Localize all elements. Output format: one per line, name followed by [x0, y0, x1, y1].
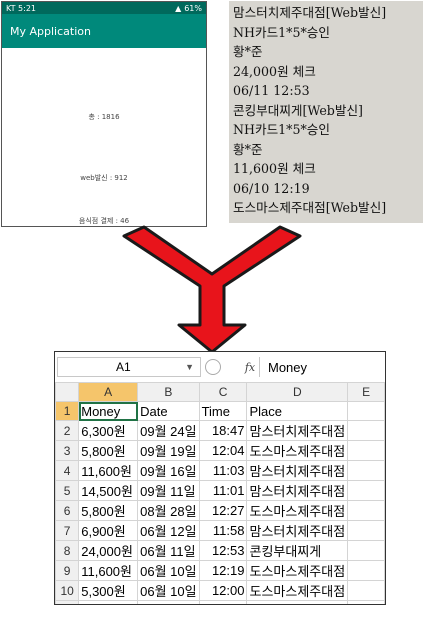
cell[interactable]	[347, 420, 385, 441]
cell[interactable]: 11,600원	[78, 560, 139, 581]
row-header[interactable]: 10	[55, 580, 80, 601]
cell[interactable]: 5,300원	[78, 580, 139, 601]
cell[interactable]	[347, 440, 385, 461]
column-header[interactable]: B	[137, 382, 200, 402]
row-header[interactable]: 5	[55, 480, 80, 501]
cell[interactable]: 09월 19일	[137, 440, 200, 461]
cell[interactable]: 11,600원	[78, 460, 139, 481]
table-row: 1 Money Date Time Place	[55, 401, 385, 421]
cell[interactable]: 6,300원	[78, 420, 139, 441]
cell[interactable]: 11:01	[198, 480, 248, 501]
cell[interactable]: 18:47	[198, 420, 248, 441]
cell[interactable]: 08월 28일	[137, 500, 200, 521]
cell[interactable]: 13:03	[198, 600, 248, 604]
cell[interactable]: 5,800원	[78, 440, 139, 461]
cell[interactable]: 11:03	[198, 460, 248, 481]
cell[interactable]: 12:04	[198, 440, 248, 461]
table-row: 8 24,000원 06월 11일 12:53 콘킹부대찌게	[55, 540, 385, 561]
name-box[interactable]: A1 ▼	[57, 357, 201, 377]
cell[interactable]: 맘스터치제주대점	[246, 520, 349, 541]
cell[interactable]: 06월 05일	[137, 600, 200, 604]
cell[interactable]: 도스마스제주대점	[246, 500, 349, 521]
cell[interactable]: 12:00	[198, 580, 248, 601]
cell[interactable]: 09월 24일	[137, 420, 200, 441]
cell[interactable]: 6,300원	[78, 600, 139, 604]
cell[interactable]: 06월 10일	[137, 560, 200, 581]
handle-icon[interactable]	[205, 359, 221, 375]
table-row: 9 11,600원 06월 10일 12:19 도스마스제주대점	[55, 560, 385, 581]
row-header[interactable]: 11	[55, 600, 80, 604]
cell[interactable]: 도스마스제주대점	[246, 580, 349, 601]
cell-grid: A B C D E 1 Money Date Time Place 2 6,300원 09월 …	[55, 382, 385, 604]
cell[interactable]	[347, 600, 385, 604]
cell[interactable]: 12:27	[198, 500, 248, 521]
table-row: 7 6,900원 06월 12일 11:58 맘스터치제주대점	[55, 520, 385, 541]
cell[interactable]	[347, 560, 385, 581]
table-row: 2 6,300원 09월 24일 18:47 맘스터치제주대점	[55, 420, 385, 441]
cell[interactable]: 12:19	[198, 560, 248, 581]
table-row: 5 14,500원 09월 11일 11:01 맘스터치제주대점	[55, 480, 385, 501]
row-header[interactable]: 9	[55, 560, 80, 581]
cell[interactable]: 콘킹부대찌게	[246, 540, 349, 561]
formula-input[interactable]: Money	[259, 357, 385, 377]
cell[interactable]: 09월 16일	[137, 460, 200, 481]
column-header-row: A B C D E	[55, 382, 385, 402]
cell[interactable]: 도스마스제주대점	[246, 560, 349, 581]
cell[interactable]	[347, 500, 385, 521]
cell[interactable]: 24,000원	[78, 540, 139, 561]
chevron-down-icon[interactable]: ▼	[185, 362, 194, 372]
column-header[interactable]: D	[246, 382, 349, 402]
table-row: 116,300원06월 05일13:03도스마스제주대점	[55, 600, 385, 604]
cell[interactable]	[347, 580, 385, 601]
cell[interactable]: 12:53	[198, 540, 248, 561]
row-header[interactable]: 2	[55, 420, 80, 441]
row-header[interactable]: 1	[55, 401, 80, 421]
cell[interactable]: Money	[78, 401, 139, 421]
cell[interactable]	[347, 540, 385, 561]
column-header[interactable]: A	[78, 382, 139, 402]
table-row: 6 5,800원 08월 28일 12:27 도스마스제주대점	[55, 500, 385, 521]
cell[interactable]: 06월 10일	[137, 580, 200, 601]
cell[interactable]	[347, 460, 385, 481]
table-row: 3 5,800원 09월 19일 12:04 도스마스제주대점	[55, 440, 385, 461]
column-header[interactable]: E	[347, 382, 385, 402]
table-row: 10 5,300원 06월 10일 12:00 도스마스제주대점	[55, 580, 385, 601]
cell[interactable]: 맘스터치제주대점	[246, 480, 349, 501]
cell[interactable]: Place	[246, 401, 349, 421]
cell[interactable]: 6,900원	[78, 520, 139, 541]
spreadsheet-window: A1 ▼ fx Money A B C D E 1 Money Date Time Pl…	[54, 351, 386, 605]
cell[interactable]: 06월 12일	[137, 520, 200, 541]
cell[interactable]: 14,500원	[78, 480, 139, 501]
select-all-corner[interactable]	[55, 382, 80, 402]
cell[interactable]: 맘스터치제주대점	[246, 460, 349, 481]
cell[interactable]: 도스마스제주대점	[246, 440, 349, 461]
cell[interactable]: 11:58	[198, 520, 248, 541]
row-header[interactable]: 8	[55, 540, 80, 561]
cell[interactable]: 5,800원	[78, 500, 139, 521]
column-header[interactable]: C	[198, 382, 248, 402]
cell[interactable]: Date	[137, 401, 200, 421]
row-header[interactable]: 4	[55, 460, 80, 481]
name-box-value: A1	[116, 360, 131, 374]
formula-bar: A1 ▼ fx Money	[55, 352, 385, 383]
row-header[interactable]: 6	[55, 500, 80, 521]
row-header[interactable]: 3	[55, 440, 80, 461]
cell[interactable]	[347, 401, 385, 421]
function-icon[interactable]: fx	[241, 361, 259, 374]
cell[interactable]: 도스마스제주대점	[246, 600, 349, 604]
cell[interactable]	[347, 520, 385, 541]
cell[interactable]: 09월 11일	[137, 480, 200, 501]
table-row: 4 11,600원 09월 16일 11:03 맘스터치제주대점	[55, 460, 385, 481]
row-header[interactable]: 7	[55, 520, 80, 541]
cell[interactable]	[347, 480, 385, 501]
cell[interactable]: 맘스터치제주대점	[246, 420, 349, 441]
cell[interactable]: 06월 11일	[137, 540, 200, 561]
cell[interactable]: Time	[198, 401, 248, 421]
